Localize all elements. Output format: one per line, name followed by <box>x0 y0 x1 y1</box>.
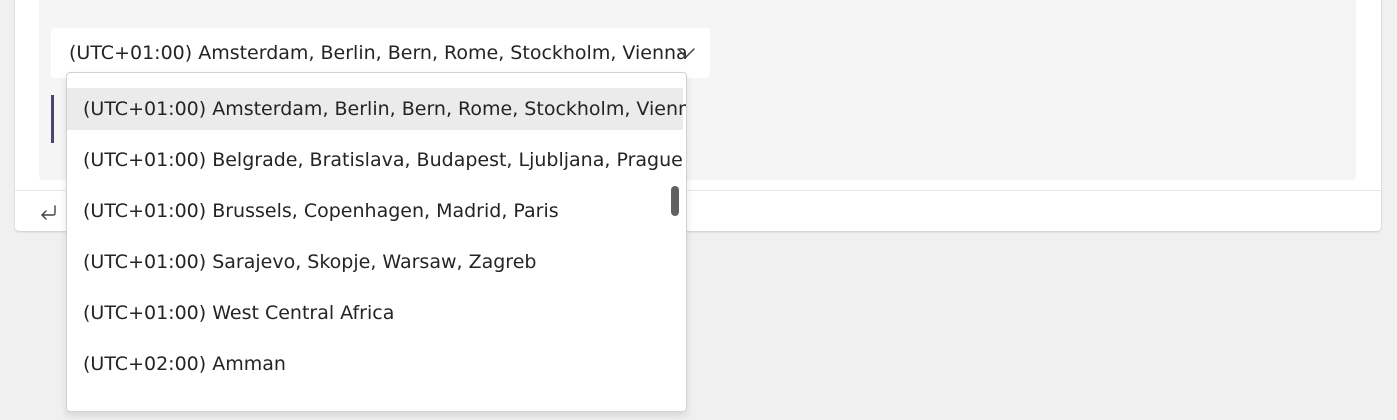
timezone-option[interactable]: (UTC+01:00) Brussels, Copenhagen, Madrid… <box>67 190 683 232</box>
primary-button-edge[interactable] <box>51 95 54 143</box>
timezone-dropdown-list[interactable]: (UTC+01:00) Amsterdam, Berlin, Bern, Rom… <box>66 72 687 412</box>
timezone-option[interactable]: (UTC+01:00) Sarajevo, Skopje, Warsaw, Za… <box>67 241 683 283</box>
timezone-select-value: (UTC+01:00) Amsterdam, Berlin, Bern, Rom… <box>69 42 688 64</box>
chevron-down-icon[interactable] <box>676 43 696 63</box>
timezone-select[interactable]: (UTC+01:00) Amsterdam, Berlin, Bern, Rom… <box>51 28 710 78</box>
timezone-option[interactable]: (UTC+02:00) Amman <box>67 343 683 385</box>
timezone-option[interactable]: (UTC+01:00) West Central Africa <box>67 292 683 334</box>
timezone-option[interactable]: (UTC+01:00) Amsterdam, Berlin, Bern, Rom… <box>67 88 686 130</box>
timezone-option[interactable]: (UTC+01:00) Belgrade, Bratislava, Budape… <box>67 139 683 181</box>
scrollbar-thumb[interactable] <box>671 186 679 216</box>
reply-icon[interactable] <box>37 201 59 223</box>
